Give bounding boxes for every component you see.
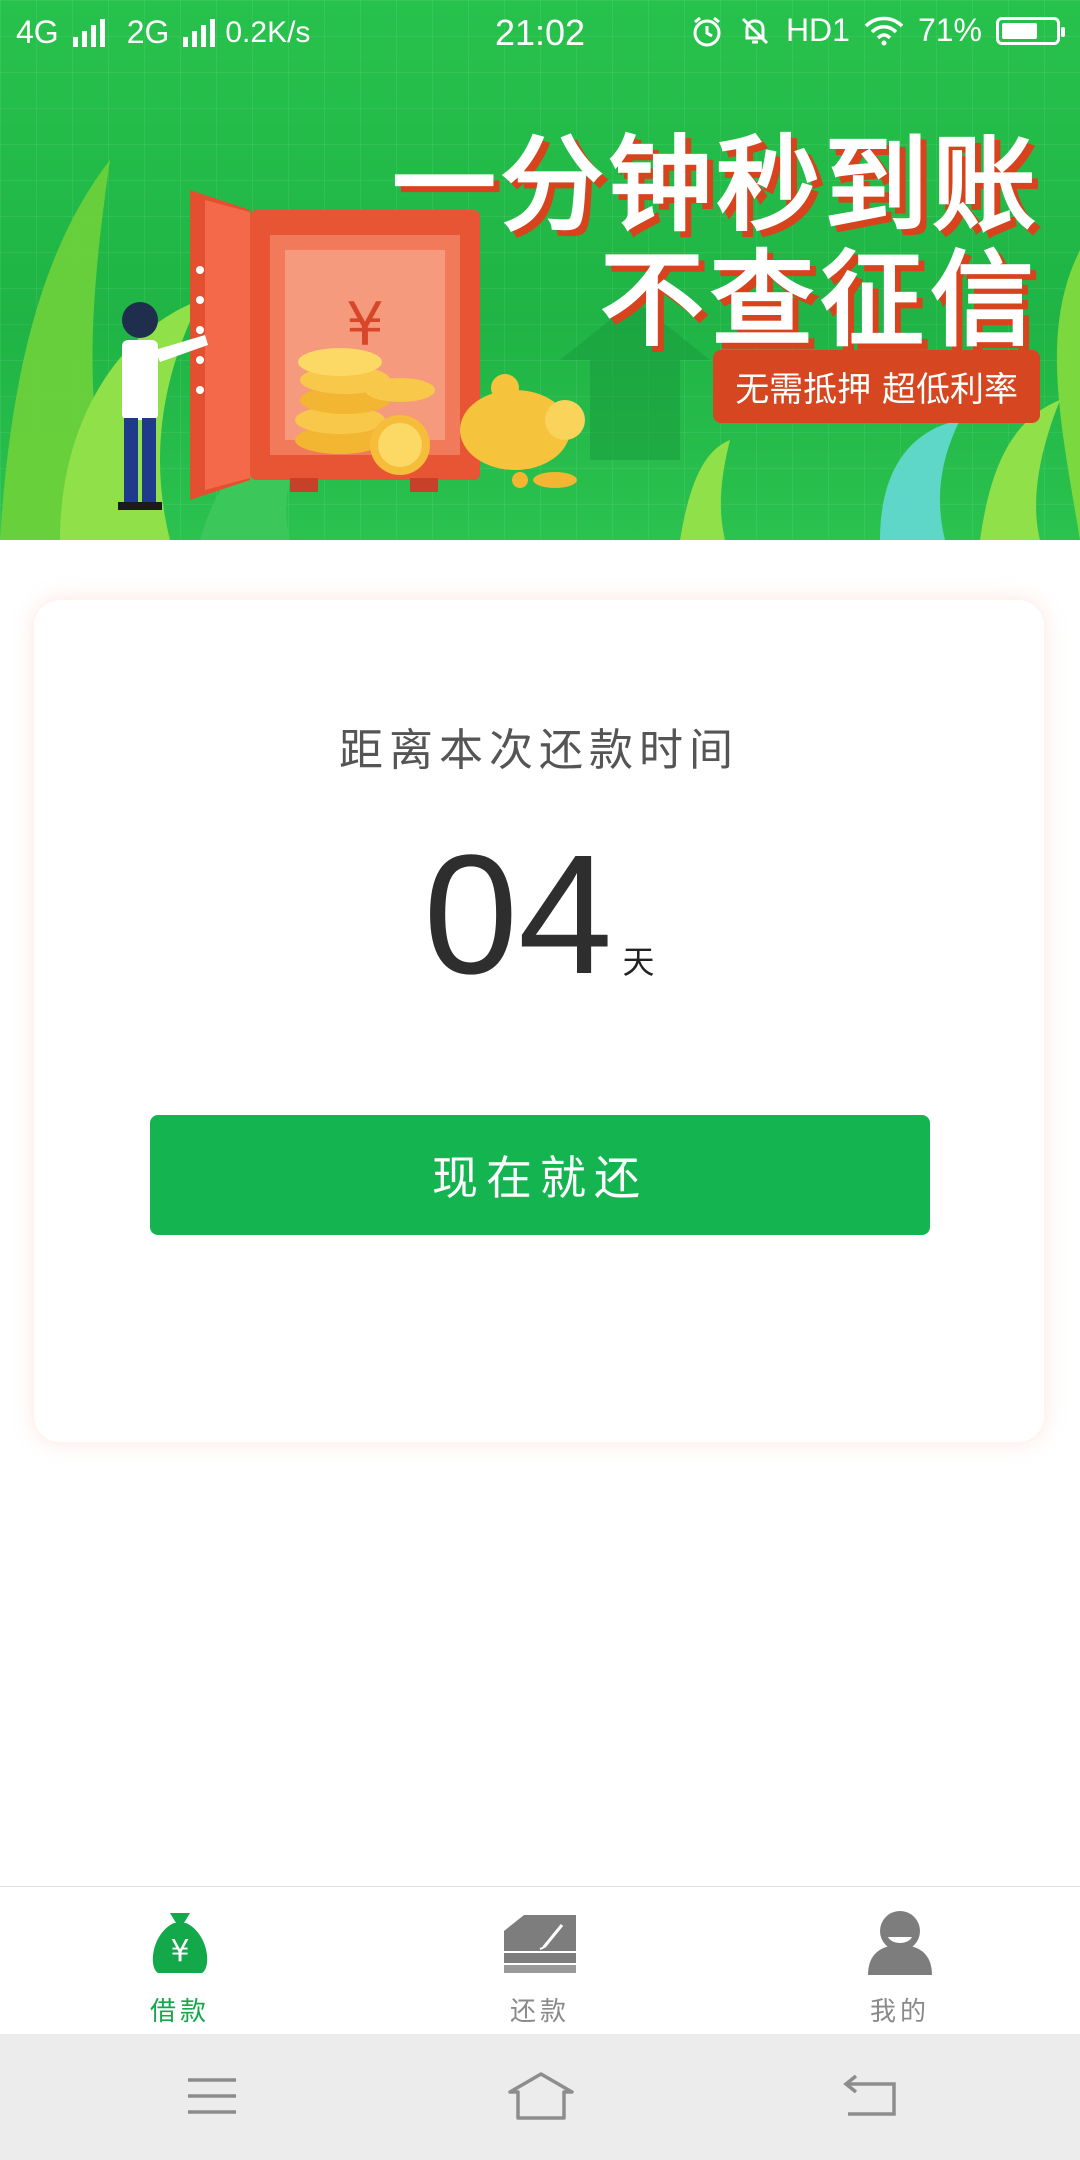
- tab-repay[interactable]: 还款: [360, 1887, 720, 2035]
- hd-label: HD1: [785, 12, 850, 48]
- banner-subheadline: 不查征信: [599, 239, 1040, 361]
- battery-percent: 71%: [917, 12, 982, 48]
- battery-icon: [996, 16, 1065, 45]
- mute-bell-icon: [741, 17, 768, 44]
- repay-card-icon: [504, 1915, 576, 1973]
- tab-repay-label: 还款: [509, 1997, 570, 2027]
- home-icon[interactable]: [506, 2070, 576, 2122]
- days-unit-label: 天: [622, 943, 655, 981]
- user-profile-icon: [868, 1911, 932, 1975]
- battery-fill: [1002, 22, 1038, 39]
- promo-banner[interactable]: ¥ 一分钟秒到账 不查征信 无需抵押 超低利率: [0, 0, 1080, 540]
- tab-borrow-label: 借款: [149, 1997, 210, 2027]
- status-bar: 4G 2G 0.2K/s 21:02 HD1 71%: [0, 0, 1080, 70]
- tab-borrow[interactable]: ¥ 借款: [0, 1887, 360, 2035]
- days-remaining-value: 04: [423, 820, 613, 1010]
- countdown-days: 04 天: [34, 830, 1044, 1000]
- money-bag-icon: ¥: [152, 1913, 208, 1973]
- svg-text:¥: ¥: [170, 1934, 189, 1969]
- repay-now-button[interactable]: 现在就还: [150, 1115, 930, 1235]
- system-nav-bar: [0, 2034, 1080, 2160]
- tab-mine[interactable]: 我的: [720, 1887, 1080, 2035]
- menu-icon[interactable]: [186, 2070, 238, 2122]
- countdown-subtitle: 距离本次还款时间: [339, 725, 739, 776]
- back-icon[interactable]: [842, 2070, 898, 2122]
- alarm-icon: [693, 16, 721, 46]
- bottom-tab-bar: ¥ 借款 还款 我的: [0, 1886, 1080, 2035]
- banner-tag: 无需抵押 超低利率: [713, 350, 1040, 423]
- repayment-countdown-card: 距离本次还款时间 04 天 现在就还: [34, 600, 1044, 1442]
- wifi-icon: [864, 16, 904, 45]
- tab-mine-label: 我的: [869, 1997, 930, 2027]
- status-icons: HD1 71%: [690, 12, 1065, 49]
